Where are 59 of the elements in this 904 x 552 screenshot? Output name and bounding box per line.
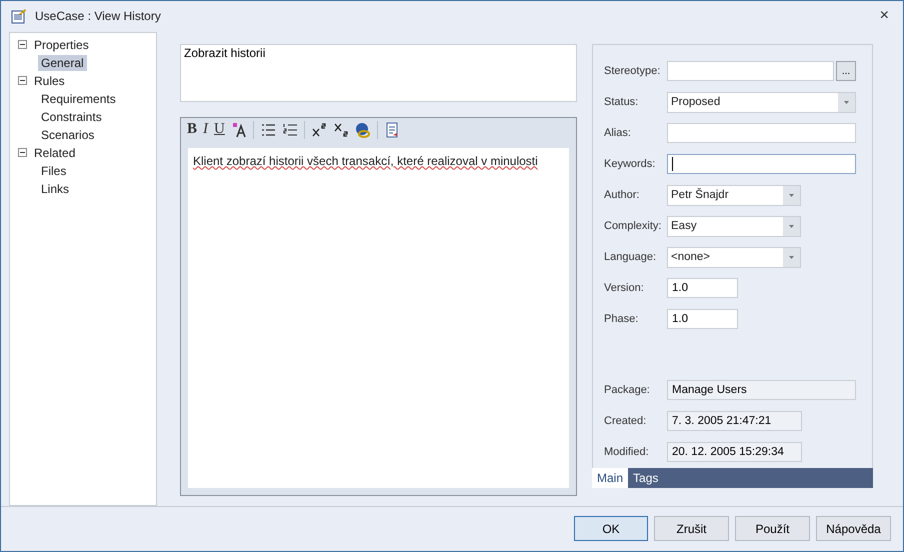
subscript-icon[interactable] — [332, 122, 349, 138]
field-label: Status: — [604, 96, 640, 108]
dropdown[interactable]: Petr Šnajdr — [667, 184, 801, 206]
field-label: Alias: — [604, 127, 632, 140]
read-only-field[interactable]: Manage Users — [667, 380, 856, 400]
tree-item[interactable]: Requirements — [38, 90, 119, 107]
format-button[interactable]: B — [187, 121, 198, 138]
numbered-list-icon[interactable] — [282, 122, 298, 138]
field-label: Language: — [604, 251, 657, 264]
stereotype-field[interactable] — [667, 61, 834, 82]
tree-item[interactable]: Rules — [31, 72, 68, 89]
dropdown[interactable]: <none> — [667, 246, 801, 268]
tree-item[interactable]: Properties — [31, 36, 92, 53]
document-icon[interactable] — [384, 122, 400, 138]
dialog-button[interactable]: Použít — [735, 516, 810, 542]
read-only-field[interactable]: 7. 3. 2005 21:47:21 — [667, 411, 802, 432]
tree-item[interactable]: Scenarios — [38, 126, 98, 143]
collapse-icon[interactable] — [18, 76, 27, 86]
format-button[interactable]: U — [214, 121, 225, 138]
form-icon — [11, 8, 27, 24]
tab[interactable]: Main — [592, 468, 628, 488]
field-label: Author: — [604, 189, 640, 202]
field-label: Package: — [604, 384, 651, 396]
dialog-button[interactable]: Nápověda — [816, 516, 891, 542]
hyperlink-icon[interactable] — [354, 122, 371, 138]
collapse-icon[interactable] — [18, 40, 27, 50]
superscript-icon[interactable] — [310, 122, 327, 138]
tree-item[interactable]: General — [38, 54, 87, 71]
tree-item[interactable]: Constraints — [38, 108, 105, 125]
dropdown[interactable]: Easy — [667, 216, 801, 237]
field-label: Version: — [604, 282, 645, 294]
field-label: Complexity: — [604, 220, 662, 232]
collapse-icon[interactable] — [18, 148, 27, 158]
dialog-button[interactable]: OK — [574, 516, 648, 542]
field-label: Phase: — [604, 313, 640, 326]
notes-area[interactable]: Klient zobrazí historii všech transakcí, které realizoval v minulosti — [188, 148, 569, 488]
dropdown[interactable]: Proposed — [667, 92, 856, 113]
close-button[interactable]: × — [876, 7, 893, 26]
dialog-button[interactable]: Zrušit — [654, 516, 729, 542]
text-field[interactable]: 1.0 — [667, 309, 738, 330]
text-field[interactable] — [667, 123, 856, 144]
tree-item[interactable]: Related — [31, 144, 78, 161]
format-button[interactable]: I — [203, 121, 208, 138]
field-label: Created: — [604, 415, 648, 428]
read-only-field[interactable]: 20. 12. 2005 15:29:34 — [667, 442, 802, 462]
field-label: Stereotype: — [604, 65, 662, 78]
font-color-icon[interactable] — [230, 122, 247, 138]
text-field[interactable] — [667, 154, 856, 174]
tab[interactable]: Tags — [628, 468, 664, 488]
field-label: Keywords: — [604, 158, 656, 170]
browse-button[interactable]: ... — [836, 61, 856, 82]
name-field[interactable]: Zobrazit historii — [180, 44, 577, 102]
text-field[interactable]: 1.0 — [667, 278, 738, 298]
tree-item[interactable]: Links — [38, 180, 72, 197]
notes-text: Klient zobrazí historii všech transakcí, které realizoval v minulosti — [193, 154, 538, 168]
field-label: Modified: — [604, 446, 650, 458]
window-title: UseCase : View History — [35, 9, 162, 24]
tree-item[interactable]: Files — [38, 162, 70, 179]
bullet-list-icon[interactable] — [260, 122, 276, 138]
